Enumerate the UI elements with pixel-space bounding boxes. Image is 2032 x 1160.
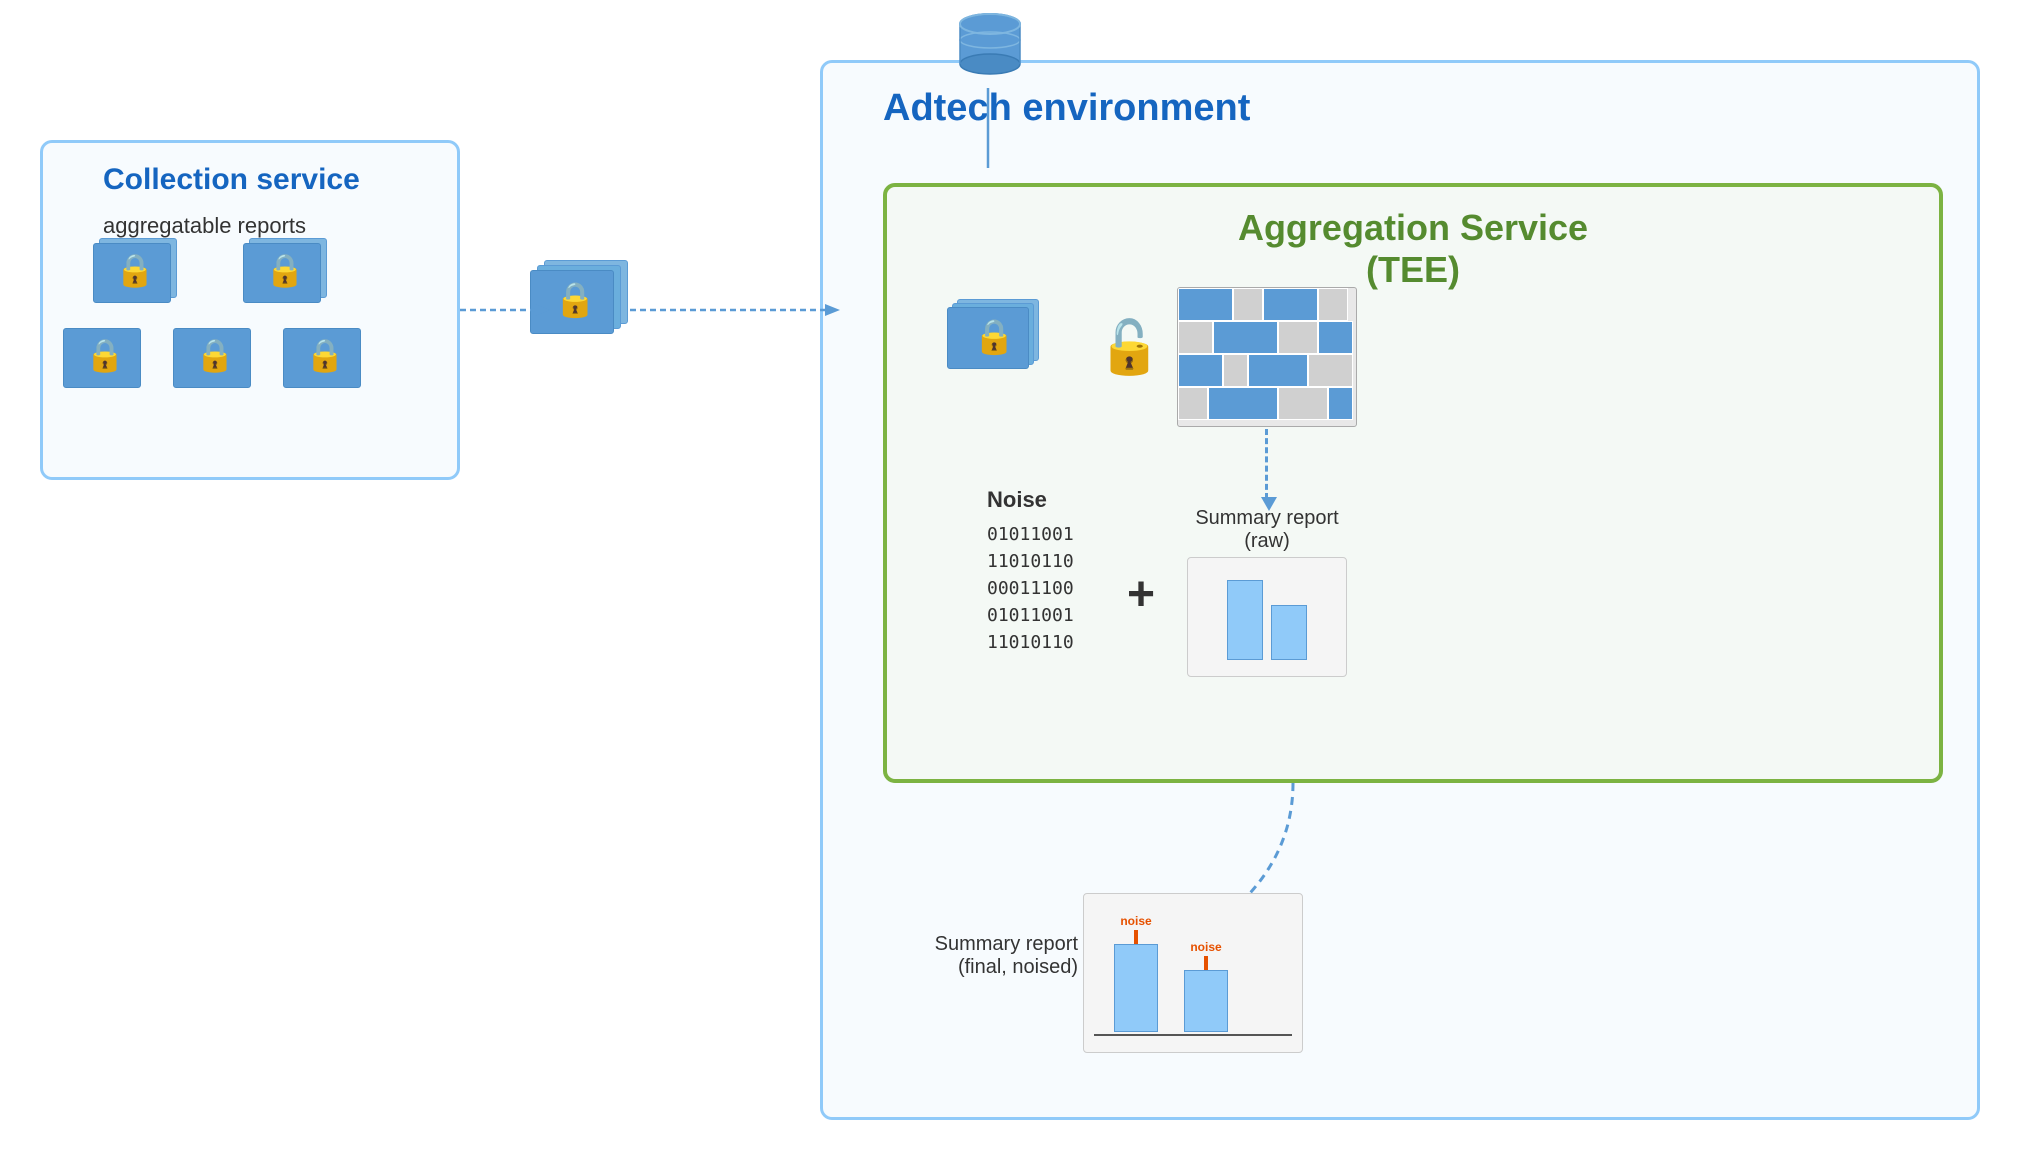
adtech-env-label: Adtech environment: [883, 87, 1250, 130]
noise-section: Noise 0101100111010110000111000101100111…: [987, 487, 1074, 656]
noise-text: 0101100111010110000111000101100111010110: [987, 521, 1074, 656]
collection-service-box: Collection service aggregatable reports …: [40, 140, 460, 480]
collection-service-sublabel: aggregatable reports: [103, 213, 306, 239]
summary-final-label: Summary report (final, noised): [923, 933, 1078, 979]
arrow-bundle-to-tee: [630, 300, 850, 320]
decoded-data-card: [1177, 287, 1357, 427]
summary-final-card: noise noise: [1083, 893, 1303, 1053]
summary-raw-card: [1187, 557, 1347, 677]
agg-service-label: Aggregation Service (TEE): [1238, 207, 1588, 291]
arrow-collection-to-bundle: [460, 300, 560, 320]
plus-sign: +: [1127, 567, 1155, 622]
diagram-container: Adtech environment Aggregation Service (…: [0, 0, 2032, 1160]
noise-title: Noise: [987, 487, 1074, 513]
summary-raw-label: Summary report (raw): [1177, 507, 1357, 553]
adtech-env-box: Adtech environment Aggregation Service (…: [820, 60, 1980, 1120]
db-line-down: [985, 88, 991, 168]
noise-label-2: noise: [1190, 940, 1221, 954]
arrow-down-1: [1265, 429, 1268, 499]
unlock-icon: 🔓: [1097, 317, 1162, 378]
collection-service-label: Collection service: [103, 163, 360, 197]
noise-label-1: noise: [1120, 914, 1151, 928]
agg-service-box: Aggregation Service (TEE) 🔒 🔓: [883, 183, 1943, 783]
database-icon: [950, 10, 1030, 95]
